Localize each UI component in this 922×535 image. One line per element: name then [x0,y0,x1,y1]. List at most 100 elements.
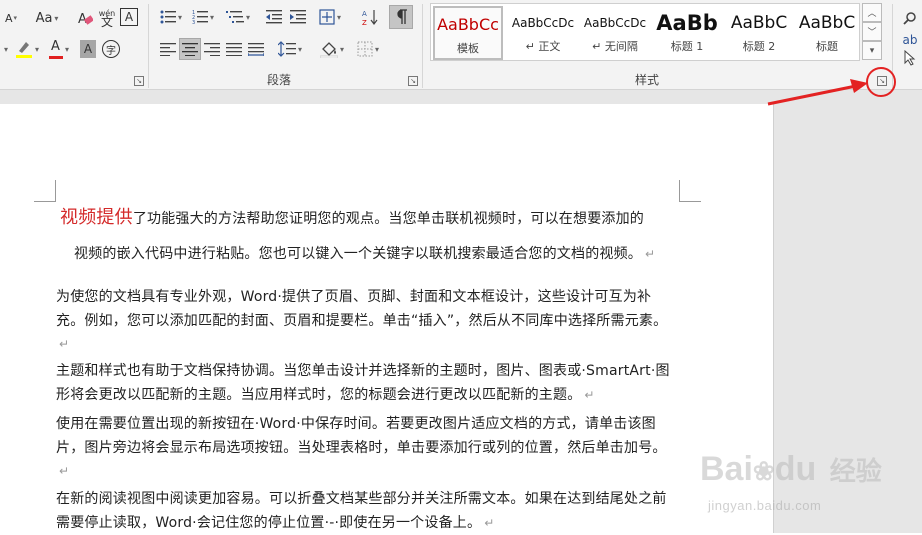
show-formatting-marks-button[interactable] [389,5,413,29]
font-color-icon: A [50,39,60,54]
find-button[interactable] [900,8,920,28]
increase-indent-button[interactable] [287,6,309,28]
borders-button[interactable]: ▾ [353,38,383,60]
eraser-icon: A [78,12,93,26]
style-name: 标题 [816,40,838,53]
scroll-up-button[interactable]: ︿ [862,3,882,22]
baidu-watermark: Bai❀du 经验 jingyan.baidu.com [700,450,920,530]
paragraph-3: 主题和样式也有助于文档保持协调。当您单击设计并选择新的主题时，图片、图表或·Sm… [56,360,676,407]
paragraph-5: 在新的阅读视图中阅读更加容易。可以折叠文档某些部分并关注所需文本。如果在达到结尾… [56,488,676,535]
align-right-button[interactable] [201,38,223,60]
shrink-font-button[interactable]: A ▾ [2,8,20,28]
align-right-icon [204,43,220,56]
annotation-circle [866,67,896,97]
font-group: A ▾ Aa ▾ A wén 文 A ▾ ▾ A ▾ A 字 ↘ [0,0,148,90]
bullets-button[interactable]: ▾ [157,6,185,28]
character-border-button[interactable]: A [120,8,138,26]
paragraph-dialog-launcher[interactable]: ↘ [408,76,418,86]
group-separator [422,4,423,88]
style-item-heading-1[interactable]: AaBb 标题 1 [651,6,723,60]
style-item-no-spacing[interactable]: AaBbCcDc ↵ 无间隔 [579,6,651,60]
replace-button[interactable]: ab [900,30,920,50]
styles-gallery-scroll: ︿ ﹀ ▾ [862,3,882,61]
styles-group-label: 样式 [634,73,659,87]
document-page[interactable]: 视频提供了功能强大的方法帮助您证明您的观点。当您单击联机视频时，可以在想要添加的… [0,104,773,533]
distributed-icon [248,43,264,56]
sort-button[interactable]: AZ [359,6,381,28]
svg-text:Z: Z [362,19,367,26]
text-effects-button[interactable]: ▾ [0,38,12,60]
character-shading-icon: A [83,42,93,56]
phonetic-guide-button[interactable]: wén 文 [96,6,118,30]
crop-mark-top-right [679,180,701,202]
font-dialog-launcher[interactable]: ↘ [134,76,144,86]
character-shading-button[interactable]: A [80,40,96,58]
svg-text:A: A [362,10,367,18]
scroll-down-button[interactable]: ﹀ [862,22,882,41]
numbering-button[interactable]: 1 2 3 ▾ [189,6,217,28]
paragraph-group-label: 段落 [266,73,291,87]
style-item-title[interactable]: AaBbC 标题 [795,6,859,60]
style-preview: AaBbCcDc [511,16,575,30]
style-name: 标题 1 [670,40,704,53]
font-size-icon: A [4,11,13,25]
line-spacing-button[interactable]: ▾ [275,38,305,60]
chinese-layout-button[interactable]: ▾ [315,6,345,28]
replace-icon: ab [902,33,918,47]
sort-icon: AZ [362,10,378,26]
watermark-brand-2: du [774,450,817,488]
paragraph-text: 使用在需要位置出现的新按钮在·Word·中保存时间。若要更改图片适应文档的方式，… [56,416,667,456]
style-item-template[interactable]: AaBbCc 模板 [433,6,503,60]
multilevel-list-button[interactable]: ▾ [223,6,253,28]
style-preview: AaBb [656,11,718,35]
style-preview: AaBbCcDc [583,16,647,30]
crop-mark-top-left [34,180,56,202]
paragraph-mark: ↵ [584,387,595,402]
highlighted-text: 视频提供 [60,207,133,228]
shading-button[interactable]: ▾ [317,38,347,60]
chinese-layout-icon [319,9,335,25]
cursor-icon [904,50,916,66]
style-name: ↵ 正文 [525,40,561,53]
paragraph-mark: ↵ [484,515,495,530]
align-left-icon [160,43,176,56]
justify-icon [226,43,242,56]
style-preview: AaBbCc [437,15,499,34]
increase-indent-icon [290,10,306,24]
justify-button[interactable] [223,38,245,60]
style-name: ↵ 无间隔 [592,40,638,53]
paragraph-text: 为使您的文档具有专业外观，Word·提供了页眉、页脚、封面和文本框设计，这些设计… [56,289,668,329]
font-color-button[interactable]: A ▾ [44,38,74,60]
decrease-indent-button[interactable] [263,6,285,28]
select-button[interactable] [900,48,920,68]
paragraph-group: ▾ 1 2 3 ▾ ▾ ▾ AZ ▾ ▾ ▾ 段落 ↘ [149,0,421,90]
paragraph-mark-icon [397,9,407,24]
line-spacing-icon [277,41,296,57]
styles-gallery: AaBbCc 模板 AaBbCcDc ↵ 正文 AaBbCcDc ↵ 无间隔 A… [430,3,860,61]
enclose-characters-button[interactable]: 字 [102,40,120,58]
chevron-down-icon: ﹀ [867,28,877,38]
paragraph-1-line-2: 视频的嵌入代码中进行粘贴。您也可以键入一个关键字以联机搜索最适合您的文档的视频。… [74,243,684,267]
style-item-normal[interactable]: AaBbCcDc ↵ 正文 [507,6,579,60]
enclose-characters-icon: 字 [106,45,116,57]
center-button[interactable] [179,38,201,60]
highlight-color-button[interactable]: ▾ [12,38,42,60]
watermark-brand: Bai [700,450,753,488]
clear-format-button[interactable]: A [74,7,96,29]
style-name: 模板 [457,42,479,55]
bullets-icon [160,10,176,24]
align-left-button[interactable] [157,38,179,60]
distributed-button[interactable] [245,38,267,60]
paw-icon: ❀ [752,456,775,486]
change-case-label: Aa [35,10,53,26]
style-preview: AaBbC [730,13,788,33]
change-case-button[interactable]: Aa ▾ [30,7,64,29]
multilevel-list-icon [225,11,244,23]
character-border-icon: A [124,10,134,24]
paint-bucket-icon [319,42,338,58]
style-name: 标题 2 [742,40,776,53]
more-styles-button[interactable]: ▾ [862,41,882,60]
text-line: 视频的嵌入代码中进行粘贴。您也可以键入一个关键字以联机搜索最适合您的文档的视频。 [74,246,642,262]
style-item-heading-2[interactable]: AaBbC 标题 2 [723,6,795,60]
watermark-cn: 经验 [829,456,882,486]
